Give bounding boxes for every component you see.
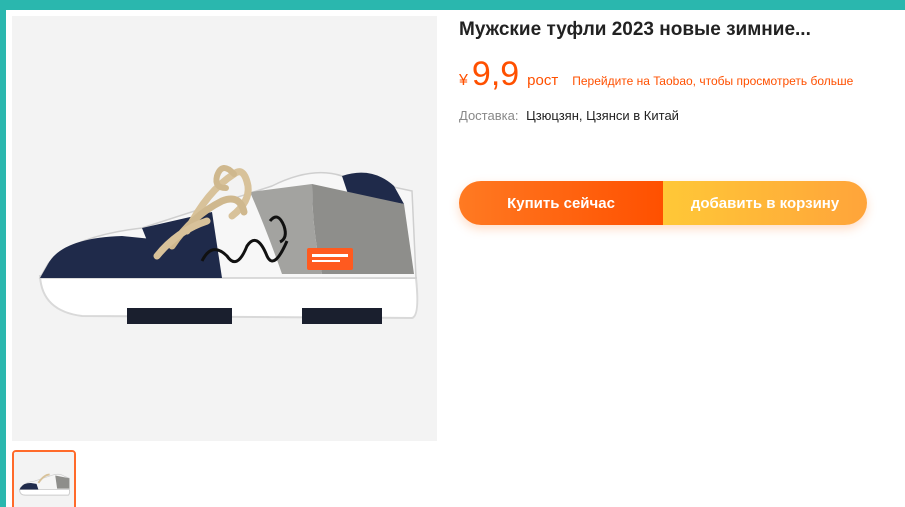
sneaker-thumbnail-icon	[14, 452, 74, 507]
price-suffix: рост	[527, 72, 559, 89]
delivery-label: Доставка:	[459, 108, 519, 123]
product-page: Мужские туфли 2023 новые зимние... ¥ 9,9…	[6, 10, 905, 507]
delivery-info: Доставка: Цзюцзян, Цзянси в Китай	[459, 108, 905, 123]
buy-now-button[interactable]: Купить сейчас	[459, 181, 663, 225]
purchase-buttons: Купить сейчас добавить в корзину	[459, 181, 867, 225]
product-info: Мужские туфли 2023 новые зимние... ¥ 9,9…	[459, 10, 905, 225]
product-title: Мужские туфли 2023 новые зимние...	[459, 19, 811, 40]
price-value: 9,9	[471, 55, 520, 93]
price-currency: ¥	[459, 72, 468, 89]
product-thumbnail[interactable]	[12, 450, 76, 507]
product-main-image[interactable]	[12, 16, 437, 441]
price-row: ¥ 9,9 рост Перейдите на Taobao, чтобы пр…	[459, 55, 905, 94]
taobao-link[interactable]: Перейдите на Taobao, чтобы просмотреть б…	[572, 74, 853, 88]
delivery-value: Цзюцзян, Цзянси в Китай	[526, 108, 679, 123]
sneaker-illustration	[12, 16, 437, 441]
add-to-cart-button[interactable]: добавить в корзину	[663, 181, 867, 225]
